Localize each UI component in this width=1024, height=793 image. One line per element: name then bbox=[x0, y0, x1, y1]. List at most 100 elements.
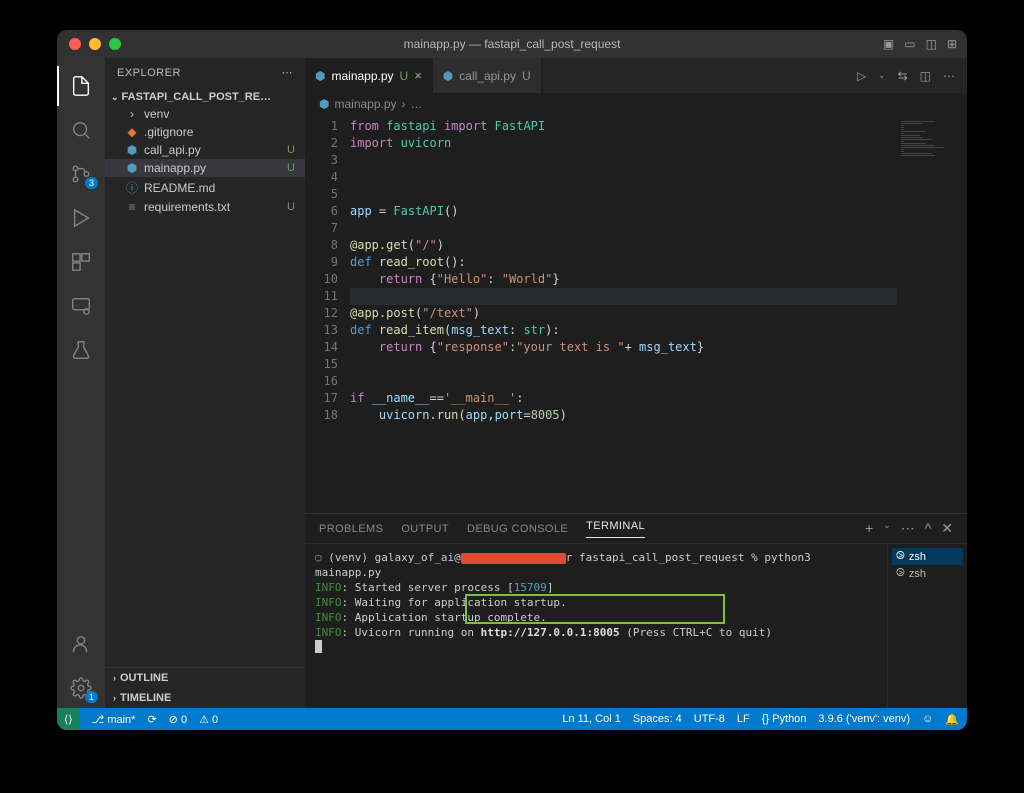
remote-explorer-icon[interactable] bbox=[57, 286, 105, 326]
sync-icon[interactable]: ⟳ bbox=[147, 713, 156, 726]
project-root[interactable]: ⌄ FASTAPI_CALL_POST_RE… bbox=[105, 89, 305, 105]
notifications-icon[interactable]: 🔔 bbox=[945, 713, 959, 726]
code-line: def read_item(msg_text: str): bbox=[350, 322, 897, 339]
explorer-icon[interactable] bbox=[57, 66, 105, 106]
errors-count[interactable]: ⊘ 0 bbox=[169, 713, 187, 726]
titlebar-right-icons: ▣ ▭ ◫ ⊞ bbox=[883, 37, 957, 51]
tab-label: mainapp.py bbox=[331, 69, 393, 83]
close-panel-icon[interactable]: ✕ bbox=[941, 520, 953, 537]
code-content[interactable]: from fastapi import FastAPIimport uvicor… bbox=[350, 115, 897, 513]
terminal[interactable]: ○ (venv) galaxy_of_ai@r fastapi_call_pos… bbox=[305, 544, 887, 708]
folder-icon: › bbox=[125, 107, 139, 121]
file-name: venv bbox=[144, 107, 169, 121]
code-line: return {"response":"your text is "+ msg_… bbox=[350, 339, 897, 356]
testing-icon[interactable] bbox=[57, 330, 105, 370]
annotation-box bbox=[465, 594, 725, 624]
project-name: FASTAPI_CALL_POST_RE… bbox=[122, 91, 272, 103]
vscode-window: mainapp.py — fastapi_call_post_request ▣… bbox=[57, 30, 967, 730]
tab-problems[interactable]: PROBLEMS bbox=[319, 523, 383, 535]
outline-section[interactable]: ›OUTLINE bbox=[105, 668, 305, 688]
warnings-count[interactable]: ⚠ 0 bbox=[199, 713, 218, 726]
tab-modified: U bbox=[400, 69, 409, 83]
more-icon[interactable]: ⋯ bbox=[282, 66, 294, 79]
terminal-icon: ⧁ bbox=[896, 567, 905, 580]
remote-indicator[interactable]: ⟨⟩ bbox=[57, 708, 80, 730]
file-item-venv[interactable]: › venv bbox=[105, 105, 305, 123]
timeline-section[interactable]: ›TIMELINE bbox=[105, 688, 305, 708]
editor-area: ⬢mainapp.py U × ⬢call_api.py U ▷ ⌄ ⇆ ◫ ⋯ ⬢… bbox=[305, 58, 967, 708]
layout-split-icon[interactable]: ◫ bbox=[926, 37, 937, 51]
close-tab-icon[interactable]: × bbox=[414, 68, 422, 83]
tab-call_api-py[interactable]: ⬢call_api.py U bbox=[433, 58, 542, 93]
extensions-icon[interactable] bbox=[57, 242, 105, 282]
terminal-chevron-icon[interactable]: ⌄ bbox=[883, 520, 891, 537]
code-line bbox=[350, 220, 897, 237]
minimize-icon[interactable] bbox=[89, 38, 101, 50]
editor[interactable]: 123456789101112131415161718 from fastapi… bbox=[305, 115, 967, 513]
layout-customize-icon[interactable]: ⊞ bbox=[947, 37, 957, 51]
new-terminal-icon[interactable]: + bbox=[865, 520, 873, 537]
file-item-call_api-py[interactable]: ⬢call_api.pyU bbox=[105, 141, 305, 159]
code-line: uvicorn.run(app,port=8005) bbox=[350, 407, 897, 424]
file-name: README.md bbox=[144, 181, 215, 195]
breadcrumb-rest: … bbox=[411, 97, 423, 111]
run-debug-icon[interactable] bbox=[57, 198, 105, 238]
layout-panel-icon[interactable]: ▣ bbox=[883, 37, 894, 51]
more-actions-icon[interactable]: ⋯ bbox=[943, 69, 955, 83]
encoding[interactable]: UTF-8 bbox=[694, 713, 725, 725]
tab-terminal[interactable]: TERMINAL bbox=[586, 520, 645, 538]
split-editor-icon[interactable]: ◫ bbox=[920, 69, 931, 83]
run-chevron-icon[interactable]: ⌄ bbox=[878, 70, 886, 81]
explorer-section: ⌄ FASTAPI_CALL_POST_RE… › venv ◆.gitignore… bbox=[105, 87, 305, 218]
py-icon: ⬢ bbox=[125, 143, 139, 157]
close-icon[interactable] bbox=[69, 38, 81, 50]
sidebar: EXPLORER ⋯ ⌄ FASTAPI_CALL_POST_RE… ›venv… bbox=[105, 58, 305, 708]
maximize-panel-icon[interactable]: ^ bbox=[925, 520, 932, 537]
layout-sidebar-icon[interactable]: ▭ bbox=[904, 37, 915, 51]
search-icon[interactable] bbox=[57, 110, 105, 150]
code-line: if __name__=='__main__': bbox=[350, 390, 897, 407]
terminal-list-item[interactable]: ⧁zsh bbox=[892, 565, 963, 582]
maximize-icon[interactable] bbox=[109, 38, 121, 50]
file-item-mainapp-py[interactable]: ⬢mainapp.pyU bbox=[105, 159, 305, 177]
source-control-icon[interactable]: 3 bbox=[57, 154, 105, 194]
terminal-more-icon[interactable]: ⋯ bbox=[901, 520, 915, 537]
indentation[interactable]: Spaces: 4 bbox=[633, 713, 682, 725]
git-status: U bbox=[287, 162, 295, 174]
settings-badge: 1 bbox=[85, 691, 98, 703]
feedback-icon[interactable]: ☺ bbox=[922, 713, 933, 725]
python-icon: ⬢ bbox=[319, 97, 329, 111]
code-line: from fastapi import FastAPI bbox=[350, 118, 897, 135]
python-interpreter[interactable]: 3.9.6 ('venv': venv) bbox=[818, 713, 910, 725]
run-icon[interactable]: ▷ bbox=[857, 69, 866, 83]
terminal-line: INFO: Started server process [15709] bbox=[315, 580, 877, 595]
git-status: U bbox=[287, 144, 295, 156]
language-mode[interactable]: {} Python bbox=[762, 713, 807, 725]
breadcrumb[interactable]: ⬢ mainapp.py › … bbox=[305, 93, 967, 115]
sidebar-footer: ›OUTLINE ›TIMELINE bbox=[105, 667, 305, 708]
file-item--gitignore[interactable]: ◆.gitignore bbox=[105, 123, 305, 141]
minimap[interactable] bbox=[897, 115, 967, 513]
code-line bbox=[350, 169, 897, 186]
status-bar: ⟨⟩ ⎇ main* ⟳ ⊘ 0 ⚠ 0 Ln 11, Col 1 Spaces… bbox=[57, 708, 967, 730]
git-branch[interactable]: ⎇ main* bbox=[92, 713, 136, 726]
compare-icon[interactable]: ⇆ bbox=[898, 69, 908, 83]
settings-icon[interactable]: 1 bbox=[57, 668, 105, 708]
tab-modified: U bbox=[522, 69, 531, 83]
code-line: @app.get("/") bbox=[350, 237, 897, 254]
cursor-block bbox=[315, 640, 322, 653]
tab-debug-console[interactable]: DEBUG CONSOLE bbox=[467, 523, 568, 535]
terminal-list-item[interactable]: ⧁zsh bbox=[892, 548, 963, 565]
tab-mainapp-py[interactable]: ⬢mainapp.py U× bbox=[305, 58, 433, 93]
file-item-requirements-txt[interactable]: ≡requirements.txtU bbox=[105, 198, 305, 216]
bottom-panel: PROBLEMS OUTPUT DEBUG CONSOLE TERMINAL +… bbox=[305, 513, 967, 708]
cursor-position[interactable]: Ln 11, Col 1 bbox=[562, 713, 621, 725]
py-icon: ⬢ bbox=[125, 161, 139, 175]
info-icon: ⓘ bbox=[125, 179, 139, 196]
file-item-README-md[interactable]: ⓘ README.md bbox=[105, 177, 305, 198]
tab-output[interactable]: OUTPUT bbox=[401, 523, 449, 535]
accounts-icon[interactable] bbox=[57, 624, 105, 664]
eol[interactable]: LF bbox=[737, 713, 750, 725]
code-line: import uvicorn bbox=[350, 135, 897, 152]
git-status: U bbox=[287, 201, 295, 213]
